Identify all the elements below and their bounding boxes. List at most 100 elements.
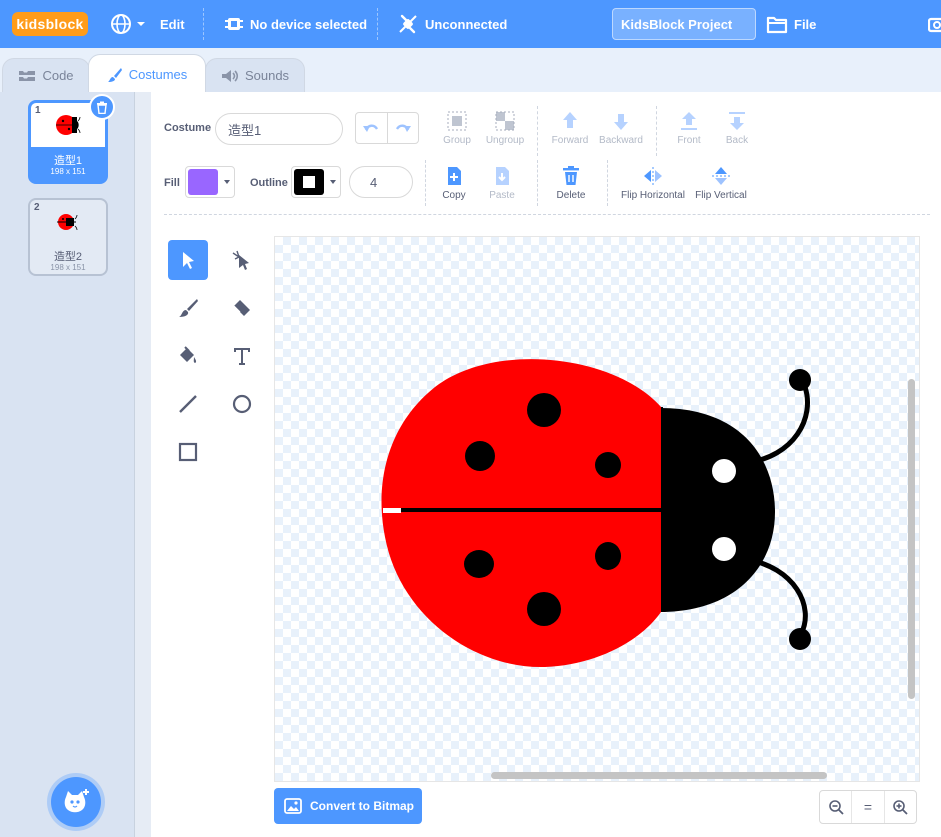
- front-label: Front: [677, 135, 701, 146]
- costume-number: 1: [35, 105, 41, 116]
- rectangle-icon: [178, 442, 198, 462]
- ladybug-spot: [465, 441, 495, 471]
- toolbar-divider: [656, 106, 658, 156]
- reshape-tool[interactable]: [222, 240, 262, 280]
- flip-horizontal-button[interactable]: Flip Horizontal: [618, 165, 688, 201]
- rectangle-tool[interactable]: [168, 432, 208, 472]
- costume-number: 2: [34, 202, 40, 213]
- text-icon: [234, 348, 250, 365]
- tab-costumes[interactable]: Costumes: [88, 54, 206, 94]
- device-label: No device selected: [250, 16, 368, 32]
- zoom-out-button[interactable]: [820, 791, 853, 823]
- code-blocks-icon: [19, 70, 36, 81]
- file-menu[interactable]: File: [766, 0, 816, 48]
- brush-tool[interactable]: [168, 288, 208, 328]
- ladybug-shell-gap: [383, 508, 401, 513]
- forward-label: Forward: [551, 135, 589, 146]
- choose-costume-button[interactable]: [51, 777, 101, 827]
- globe-icon: [111, 14, 131, 34]
- costume-name-input[interactable]: 造型1: [215, 113, 343, 145]
- paste-button[interactable]: Paste: [486, 165, 518, 201]
- costume-list: 1 造型1 198 x 151 2 造型2 198 x 151: [0, 92, 135, 837]
- ladybug-spot: [595, 452, 621, 478]
- outline-color-picker[interactable]: [291, 166, 341, 198]
- circle-tool[interactable]: [222, 384, 262, 424]
- copy-label: Copy: [442, 190, 466, 201]
- chevron-down-icon: [330, 180, 336, 184]
- undo-icon: [363, 124, 379, 132]
- unplugged-icon: [399, 14, 417, 34]
- backward-button[interactable]: Backward: [598, 110, 644, 146]
- outline-width-input[interactable]: 4: [349, 166, 413, 198]
- canvas-vertical-scrollbar[interactable]: [908, 379, 915, 699]
- front-icon: [681, 112, 697, 130]
- arrow-cursor-icon: [183, 252, 194, 269]
- costume-name: 造型2: [53, 251, 83, 263]
- toolbar-divider: [537, 106, 539, 156]
- costume-name: 造型1: [53, 155, 83, 167]
- zoom-out-icon: [828, 800, 844, 815]
- eraser-icon: [233, 300, 250, 316]
- kidsblock-logo[interactable]: kidsblock: [12, 12, 88, 36]
- reshape-cursor-icon: [232, 250, 249, 270]
- zoom-reset-button[interactable]: =: [852, 791, 885, 823]
- ungroup-icon: [495, 111, 515, 131]
- costume-list-scrollbar[interactable]: [135, 92, 151, 837]
- drawing-canvas[interactable]: [274, 236, 920, 782]
- image-icon: [284, 798, 302, 814]
- back-button[interactable]: Back: [720, 110, 754, 146]
- undo-button[interactable]: [356, 113, 388, 143]
- front-button[interactable]: Front: [672, 110, 706, 146]
- canvas-horizontal-scrollbar[interactable]: [491, 772, 827, 779]
- copy-button[interactable]: Copy: [438, 165, 470, 201]
- ungroup-button[interactable]: Ungroup: [485, 110, 525, 146]
- eraser-tool[interactable]: [222, 288, 262, 328]
- fill-tool[interactable]: [168, 336, 208, 376]
- language-menu[interactable]: [110, 0, 147, 48]
- delete-button[interactable]: Delete: [552, 165, 590, 201]
- back-icon: [729, 112, 745, 130]
- back-label: Back: [725, 135, 749, 146]
- group-label: Group: [443, 135, 471, 146]
- group-button[interactable]: Group: [440, 110, 474, 146]
- ladybug-spot: [595, 542, 621, 570]
- fill-label: Fill: [164, 177, 180, 189]
- ladybug-drawing: [381, 359, 811, 668]
- tab-code[interactable]: Code: [2, 58, 90, 92]
- connection-label: Unconnected: [425, 16, 508, 32]
- line-tool[interactable]: [168, 384, 208, 424]
- ladybug-eye: [712, 537, 736, 561]
- delete-costume-button[interactable]: [89, 94, 115, 120]
- flip-vertical-button[interactable]: Flip Vertical: [693, 165, 749, 201]
- trash-icon: [97, 101, 107, 114]
- paste-label: Paste: [489, 190, 515, 201]
- fill-color-picker[interactable]: [185, 166, 235, 198]
- tab-sounds[interactable]: Sounds: [205, 58, 305, 92]
- undo-redo-group: [355, 112, 419, 144]
- ladybug-thumbnail: [57, 214, 78, 231]
- speaker-icon: [221, 69, 238, 82]
- device-menu[interactable]: No device selected: [224, 0, 367, 48]
- flip-vertical-icon: [712, 167, 730, 185]
- select-tool[interactable]: [168, 240, 208, 280]
- redo-button[interactable]: [388, 113, 419, 143]
- tab-code-label: Code: [42, 68, 74, 83]
- costume-item-2[interactable]: 2 造型2 198 x 151: [28, 198, 108, 276]
- edit-menu[interactable]: Edit: [160, 0, 185, 48]
- text-tool[interactable]: [222, 336, 262, 376]
- costume-size: 198 x 151: [50, 167, 86, 176]
- convert-to-bitmap-button[interactable]: Convert to Bitmap: [274, 788, 422, 824]
- camera-icon[interactable]: [928, 15, 941, 33]
- forward-button[interactable]: Forward: [550, 110, 590, 146]
- zoom-in-button[interactable]: [885, 791, 916, 823]
- project-title-input[interactable]: KidsBlock Project: [612, 8, 756, 40]
- backward-icon: [614, 114, 628, 130]
- tab-sounds-label: Sounds: [244, 68, 290, 83]
- circle-icon: [232, 394, 252, 414]
- connection-menu[interactable]: Unconnected: [397, 0, 507, 48]
- group-icon: [447, 111, 467, 131]
- paint-bucket-icon: [180, 346, 197, 363]
- cat-add-icon: [64, 789, 89, 813]
- delete-label: Delete: [556, 190, 586, 201]
- flip-horizontal-icon: [644, 167, 662, 185]
